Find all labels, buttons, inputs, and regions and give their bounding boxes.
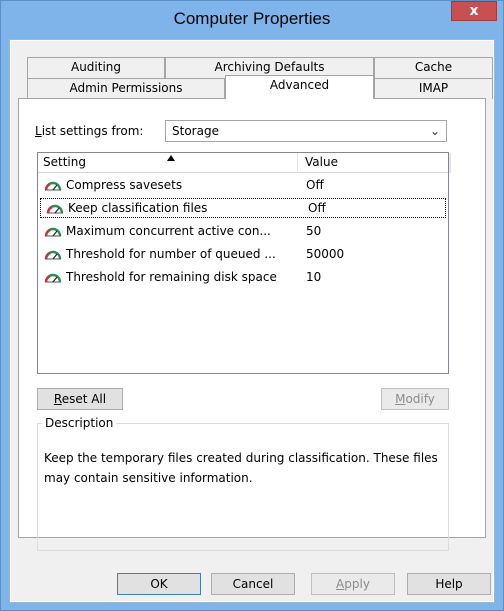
apply-button[interactable]: Apply <box>311 573 395 595</box>
gauge-icon <box>44 227 62 237</box>
column-header-setting-label: Setting <box>43 155 86 169</box>
column-header-value-label: Value <box>305 155 338 169</box>
modify-button[interactable]: Modify <box>381 388 449 410</box>
advanced-tab-panel: List settings from: Storage ⌄ Setting Va… <box>18 98 486 551</box>
title-bar[interactable]: Computer Properties x <box>1 1 503 39</box>
row-setting: Maximum concurrent active con... <box>66 224 271 238</box>
reset-all-label: Reset All <box>53 392 107 406</box>
list-settings-combo[interactable]: Storage ⌄ <box>165 120 447 142</box>
tab-cache[interactable]: Cache <box>374 57 493 78</box>
modify-label: Modify <box>395 392 435 406</box>
column-header-value[interactable]: Value <box>300 153 450 173</box>
help-label: Help <box>435 577 463 591</box>
list-settings-label: List settings from: <box>35 124 143 138</box>
description-text: Keep the temporary files created during … <box>44 451 438 485</box>
table-row[interactable]: Keep classification files Off <box>40 198 446 218</box>
row-value: 50000 <box>306 247 345 261</box>
tab-imap[interactable]: IMAP <box>374 78 493 99</box>
tab-auditing[interactable]: Auditing <box>27 57 165 78</box>
row-value: 50 <box>306 224 322 238</box>
cancel-button[interactable]: Cancel <box>211 573 295 595</box>
row-value: Off <box>308 201 326 215</box>
row-value: Off <box>306 178 324 192</box>
row-setting: Threshold for remaining disk space <box>66 270 277 284</box>
list-settings-label-text: List settings from: <box>35 124 144 138</box>
table-row[interactable]: Threshold for remaining disk space 10 <box>38 267 448 287</box>
close-button[interactable]: x <box>451 1 497 21</box>
window-title: Computer Properties <box>173 9 331 28</box>
description-group: Description Keep the temporary files cre… <box>37 416 449 551</box>
list-settings-value: Storage <box>172 124 219 138</box>
gauge-icon <box>46 204 64 214</box>
row-setting: Threshold for number of queued ... <box>66 247 276 261</box>
tab-admin-permissions[interactable]: Admin Permissions <box>27 78 225 99</box>
ok-label: OK <box>150 577 168 591</box>
help-button[interactable]: Help <box>407 573 491 595</box>
gauge-icon <box>44 250 62 260</box>
cancel-label: Cancel <box>232 577 274 591</box>
row-setting: Compress savesets <box>66 178 183 192</box>
table-row[interactable]: Maximum concurrent active con... 50 <box>38 221 448 241</box>
tab-advanced[interactable]: Advanced <box>225 75 374 99</box>
gauge-icon <box>44 181 62 191</box>
column-header-setting[interactable]: Setting <box>38 153 298 173</box>
properties-window: Computer Properties x Auditing Archiving… <box>0 0 504 611</box>
gauge-icon <box>44 273 62 283</box>
apply-label: Apply <box>336 577 370 591</box>
sort-ascending-icon <box>167 155 175 161</box>
list-header: Setting Value <box>38 153 451 173</box>
settings-list[interactable]: Setting Value Compress savesets Off Keep c… <box>37 152 451 374</box>
ok-button[interactable]: OK <box>117 573 201 595</box>
reset-all-button[interactable]: Reset All <box>37 388 123 410</box>
column-header-filler <box>450 153 451 173</box>
description-title: Description <box>42 416 117 430</box>
row-setting: Keep classification files <box>68 201 208 215</box>
dialog-client-area: Auditing Archiving Defaults Cache Admin … <box>9 39 495 603</box>
row-value: 10 <box>306 270 322 284</box>
table-row[interactable]: Threshold for number of queued ... 50000 <box>38 244 448 264</box>
table-row[interactable]: Compress savesets Off <box>38 175 448 195</box>
chevron-down-icon: ⌄ <box>429 124 440 138</box>
